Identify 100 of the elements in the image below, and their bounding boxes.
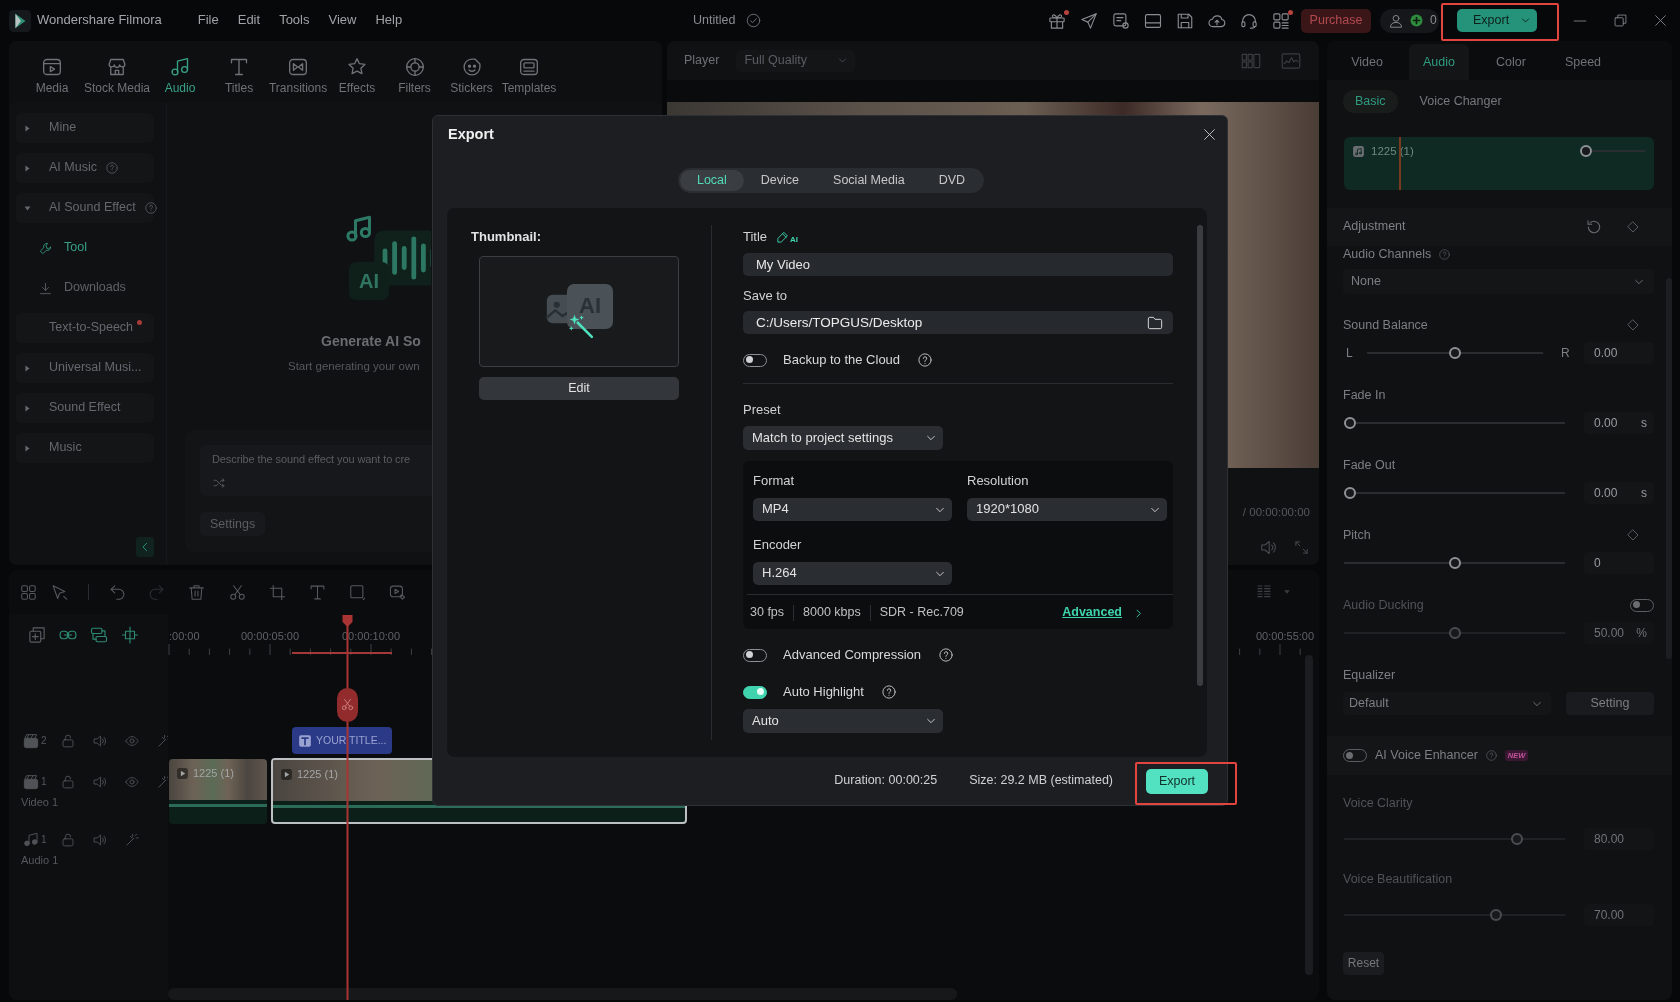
sidebar-item[interactable]: Sound Effect xyxy=(16,393,154,423)
panel-tab[interactable]: Color xyxy=(1481,44,1541,80)
slider-thumb[interactable] xyxy=(1580,145,1592,158)
menu-item[interactable]: Tools xyxy=(279,12,310,29)
caret-icon[interactable] xyxy=(1283,588,1291,596)
shuffle-icon[interactable] xyxy=(213,477,225,489)
resolution-dropdown[interactable]: 1920*1080 xyxy=(967,498,1167,521)
media-tab[interactable]: Audio xyxy=(150,57,211,103)
sub-tab[interactable]: Voice Changer xyxy=(1407,90,1514,113)
pointer-icon[interactable] xyxy=(50,583,68,601)
speaker-icon[interactable] xyxy=(92,775,107,789)
collapse-button[interactable] xyxy=(136,537,154,557)
headset-icon[interactable] xyxy=(1240,11,1258,30)
snap-icon[interactable] xyxy=(121,626,139,644)
lock-icon[interactable] xyxy=(60,775,75,789)
undo-icon[interactable] xyxy=(108,583,126,601)
slider-thumb[interactable] xyxy=(1448,557,1461,569)
reset-icon[interactable] xyxy=(1586,219,1602,235)
equalizer-dropdown[interactable]: Default xyxy=(1343,692,1551,715)
menu-item[interactable]: View xyxy=(328,12,357,29)
sidebar-item[interactable]: Text-to-Speech xyxy=(16,313,154,343)
menu-item[interactable]: File xyxy=(197,12,219,29)
slider-thumb[interactable] xyxy=(1449,347,1461,359)
title-field[interactable]: My Video xyxy=(743,253,1173,276)
add-track-icon[interactable] xyxy=(28,626,46,644)
keyframe-icon[interactable] xyxy=(1627,529,1639,541)
setting-button[interactable]: Setting xyxy=(1566,692,1654,715)
grid-icon[interactable] xyxy=(19,583,37,601)
menu-item[interactable]: Help xyxy=(375,12,403,29)
value-field[interactable]: 0.00 xyxy=(1584,342,1654,364)
settings-button[interactable]: Settings xyxy=(200,512,266,536)
dialog-tab[interactable]: DVD xyxy=(921,170,983,191)
keyframe-icon[interactable] xyxy=(1627,319,1639,331)
export-button[interactable]: Export xyxy=(1457,9,1537,32)
value-field[interactable]: 0.00 s xyxy=(1584,482,1654,504)
preset-dropdown[interactable]: Match to project settings xyxy=(743,426,943,450)
pen-icon[interactable] xyxy=(776,230,790,244)
scope-icon[interactable] xyxy=(1281,50,1301,71)
text-icon[interactable] xyxy=(308,583,326,601)
save-icon[interactable] xyxy=(1176,11,1194,30)
title-clip[interactable]: YOUR TITLE... xyxy=(292,727,392,754)
sidebar-subitem[interactable]: Tool xyxy=(16,233,154,263)
user-icon[interactable] xyxy=(1389,13,1403,28)
scrollbar[interactable] xyxy=(1197,225,1203,686)
edit-button[interactable]: Edit xyxy=(479,377,679,400)
scrollbar[interactable] xyxy=(168,988,957,1000)
trash-icon[interactable] xyxy=(187,583,205,601)
wand-icon[interactable] xyxy=(156,734,171,748)
path-field[interactable]: C:/Users/TOPGUS/Desktop xyxy=(743,311,1173,334)
dialog-tab[interactable]: Local xyxy=(679,170,744,191)
sidebar-item[interactable]: Universal Musi... xyxy=(16,353,154,383)
speaker-icon[interactable] xyxy=(92,833,107,847)
panel-tab[interactable]: Audio xyxy=(1409,44,1469,80)
dialog-tab[interactable]: Social Media xyxy=(816,170,922,191)
restore-icon[interactable] xyxy=(1614,14,1627,27)
quality-dropdown[interactable]: Full Quality xyxy=(736,49,856,72)
square-icon[interactable] xyxy=(348,583,366,601)
lock-icon[interactable] xyxy=(60,734,75,748)
media-tab[interactable]: Stock Media xyxy=(84,57,151,103)
sidebar-subitem[interactable]: Downloads xyxy=(16,273,154,303)
highlight-mode-dropdown[interactable]: Auto xyxy=(743,709,943,733)
sidebar-item[interactable]: AI Music xyxy=(16,153,154,183)
layout-icon[interactable] xyxy=(1144,11,1162,30)
speaker-icon[interactable] xyxy=(92,734,107,748)
lock-icon[interactable] xyxy=(60,833,75,847)
value-field[interactable]: 0 xyxy=(1584,552,1654,574)
panel-tab[interactable]: Speed xyxy=(1553,44,1613,80)
wand-icon[interactable] xyxy=(124,833,139,847)
value-field[interactable]: 0.00 s xyxy=(1584,412,1654,434)
reset-button[interactable]: Reset xyxy=(1343,952,1384,975)
slider-thumb[interactable] xyxy=(1344,417,1356,429)
media-tab[interactable]: Media xyxy=(20,57,84,103)
dialog-tab[interactable]: Device xyxy=(743,170,817,191)
crop-icon[interactable] xyxy=(268,583,286,601)
toggle-switch[interactable] xyxy=(743,685,767,699)
media-tab[interactable]: Templates xyxy=(500,57,559,103)
slider-thumb[interactable] xyxy=(1344,487,1356,499)
close-icon[interactable] xyxy=(1654,14,1667,27)
record-icon[interactable] xyxy=(388,583,406,601)
media-tab[interactable]: Transitions xyxy=(268,57,329,103)
close-icon[interactable] xyxy=(1203,127,1216,141)
track-layout-icon[interactable] xyxy=(1256,584,1272,600)
media-tab[interactable]: Titles xyxy=(210,57,269,103)
channels-dropdown[interactable]: None xyxy=(1343,269,1654,294)
encoder-dropdown[interactable]: H.264 xyxy=(753,562,952,585)
keyframe-icon[interactable] xyxy=(1627,221,1639,233)
scissors-icon[interactable] xyxy=(228,583,246,601)
send-icon[interactable] xyxy=(1080,11,1098,30)
export-button[interactable]: Export xyxy=(1146,768,1208,794)
menu-item[interactable]: Edit xyxy=(237,12,261,29)
gift-icon[interactable] xyxy=(1048,11,1066,30)
sidebar-item[interactable]: Music xyxy=(16,433,154,463)
eye-icon[interactable] xyxy=(124,734,139,748)
folder-icon[interactable] xyxy=(1147,314,1163,331)
media-tab[interactable]: Effects xyxy=(328,57,387,103)
apps-icon[interactable] xyxy=(1272,11,1290,30)
speaker-icon[interactable] xyxy=(1260,539,1277,557)
video-clip[interactable]: 1225 (1) xyxy=(169,759,267,824)
media-tab[interactable]: Stickers xyxy=(443,57,501,103)
scissors-icon[interactable] xyxy=(341,698,354,711)
